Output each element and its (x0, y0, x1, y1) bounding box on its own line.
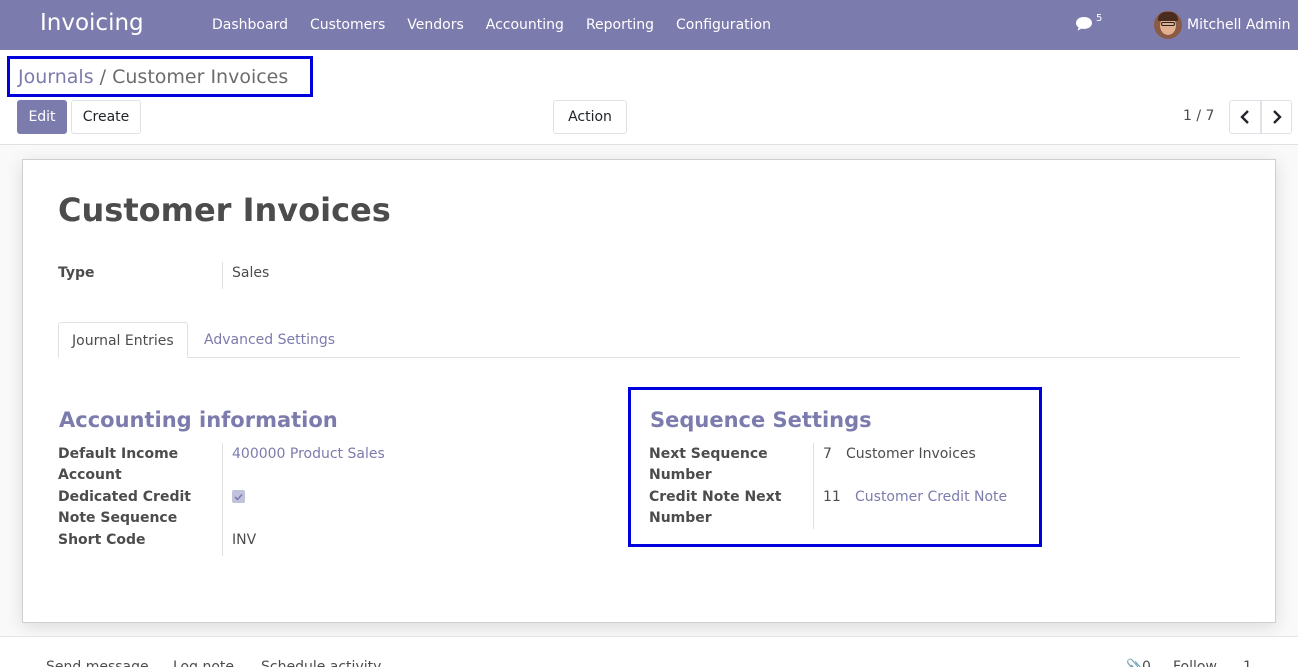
chat-bubble-icon (1076, 17, 1092, 31)
menu-item-vendors[interactable]: Vendors (396, 17, 474, 33)
schedule-activity-button[interactable]: Schedule activity (261, 659, 381, 667)
chevron-right-icon (1272, 110, 1282, 124)
messaging-menu[interactable]: 5 (1075, 13, 1115, 35)
user-menu[interactable]: Mitchell Admin (1154, 10, 1291, 40)
journal-name-title[interactable]: Customer Invoices (58, 191, 391, 229)
field-separator (813, 443, 814, 529)
pager-value[interactable]: 1 / 7 (1183, 108, 1214, 124)
main-menu: Dashboard Customers Vendors Accounting R… (201, 0, 782, 50)
next-sequence-number-value[interactable]: 7 (823, 444, 832, 465)
control-panel: Journals / Customer Invoices Edit Create… (0, 50, 1298, 145)
next-sequence-number-label: Next Sequence Number (649, 446, 768, 483)
breadcrumb-separator: / (93, 66, 113, 88)
breadcrumb: Journals / Customer Invoices (7, 56, 313, 97)
followers-count[interactable]: 1 (1243, 659, 1252, 667)
follow-button[interactable]: Follow (1173, 659, 1217, 667)
breadcrumb-current: Customer Invoices (112, 66, 289, 88)
chat-count-badge: 5 (1096, 13, 1103, 24)
top-navbar: Invoicing Dashboard Customers Vendors Ac… (0, 0, 1298, 50)
edit-button[interactable]: Edit (17, 100, 67, 134)
chevron-left-icon (1240, 110, 1249, 124)
checkmark-icon (234, 493, 243, 501)
form-sheet: Customer Invoices Type Sales Journal Ent… (22, 159, 1276, 623)
send-message-button[interactable]: Send message (46, 659, 149, 667)
create-button[interactable]: Create (71, 100, 141, 134)
type-label: Type (58, 265, 95, 281)
menu-item-reporting[interactable]: Reporting (575, 17, 665, 33)
attachment-count: 0 (1142, 659, 1151, 667)
menu-item-configuration[interactable]: Configuration (665, 17, 782, 33)
credit-note-next-number-label: Credit Note Next Number (649, 489, 782, 526)
menu-item-dashboard[interactable]: Dashboard (201, 17, 299, 33)
notebook-tabs: Journal Entries Advanced Settings (58, 322, 1240, 358)
dedicated-credit-note-sequence-label: Dedicated Credit Note Sequence (58, 489, 191, 526)
menu-item-accounting[interactable]: Accounting (475, 17, 575, 33)
pager-next-button[interactable] (1261, 100, 1292, 134)
accounting-information-title: Accounting information (59, 408, 338, 432)
next-sequence-name: Customer Invoices (846, 446, 976, 462)
paperclip-icon[interactable]: 📎 (1126, 659, 1143, 667)
field-separator (222, 443, 223, 556)
dedicated-credit-note-checkbox[interactable] (232, 490, 245, 503)
action-button[interactable]: Action (553, 100, 627, 134)
avatar (1154, 11, 1182, 39)
breadcrumb-link-journals[interactable]: Journals (18, 66, 94, 88)
menu-item-customers[interactable]: Customers (299, 17, 396, 33)
type-value[interactable]: Sales (232, 263, 269, 284)
default-income-account-label: Default Income Account (58, 446, 179, 483)
credit-note-next-number-value[interactable]: 11 (823, 487, 841, 508)
default-income-account-value[interactable]: 400000 Product Sales (232, 444, 385, 465)
user-name: Mitchell Admin (1187, 17, 1291, 33)
log-note-button[interactable]: Log note (173, 659, 234, 667)
short-code-value[interactable]: INV (232, 530, 256, 551)
sequence-settings-title: Sequence Settings (650, 408, 872, 432)
tab-journal-entries[interactable]: Journal Entries (58, 322, 188, 358)
chatter-bar: Send message Log note Schedule activity … (0, 636, 1298, 667)
pager-previous-button[interactable] (1229, 100, 1261, 134)
credit-note-sequence-link[interactable]: Customer Credit Note (855, 487, 1007, 508)
app-brand[interactable]: Invoicing (40, 10, 144, 36)
short-code-label: Short Code (58, 532, 146, 548)
field-separator (222, 262, 223, 289)
tab-advanced-settings[interactable]: Advanced Settings (191, 322, 348, 358)
